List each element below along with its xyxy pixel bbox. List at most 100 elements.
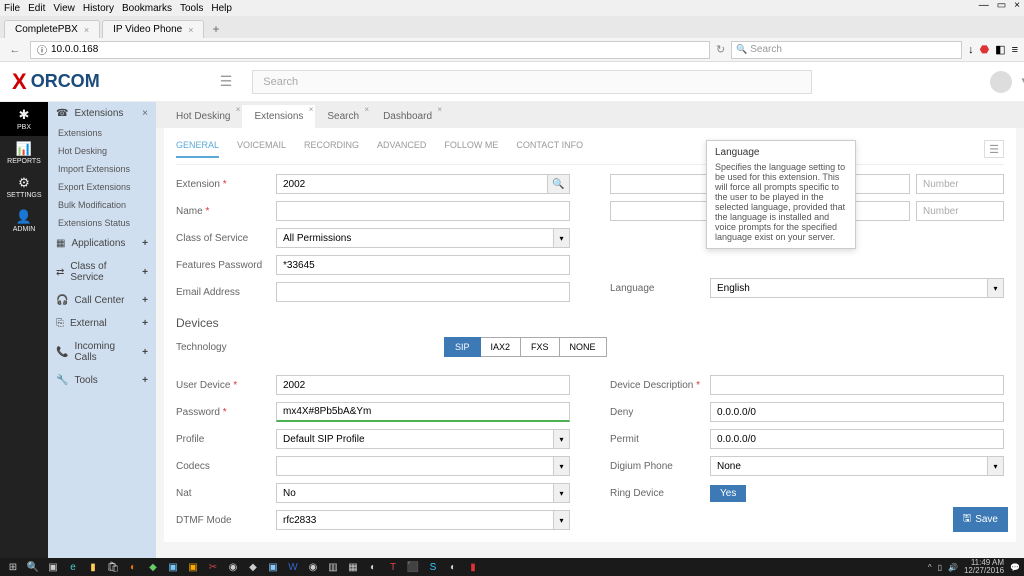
task-app3[interactable]: ▣ xyxy=(184,560,202,575)
sidebar-item-status[interactable]: Extensions Status xyxy=(48,214,156,232)
sidebar-group-external[interactable]: ⎘ External + xyxy=(48,312,156,335)
task-edge[interactable]: e xyxy=(64,560,82,575)
task-skype[interactable]: S xyxy=(424,560,442,575)
sidebar-header-extensions[interactable]: ☎ Extensions × xyxy=(48,102,156,124)
profile-select[interactable]: Default SIP Profile xyxy=(276,429,554,449)
sidebar-group-cos[interactable]: ⇄ Class of Service + xyxy=(48,255,156,289)
window-close-icon[interactable]: × xyxy=(1014,0,1020,11)
tab-search[interactable]: Search× xyxy=(315,105,371,128)
task-app11[interactable]: ⬛ xyxy=(404,560,422,575)
expand-icon[interactable]: + xyxy=(142,295,148,306)
sidebar-group-applications[interactable]: ▦ Applications + xyxy=(48,232,156,255)
task-app9[interactable]: ◐ xyxy=(364,560,382,575)
new-tab-button[interactable]: + xyxy=(206,20,225,38)
sidebar-group-callcenter[interactable]: 🎧 Call Center + xyxy=(48,289,156,312)
subtab-voicemail[interactable]: VOICEMAIL xyxy=(237,140,286,158)
chevron-down-icon[interactable]: ▾ xyxy=(554,510,570,530)
task-app1[interactable]: ◆ xyxy=(144,560,162,575)
rail-reports[interactable]: 📊 REPORTS xyxy=(0,136,48,170)
task-app5[interactable]: ◆ xyxy=(244,560,262,575)
window-maximize-icon[interactable]: ▭ xyxy=(997,0,1006,11)
back-button[interactable]: ← xyxy=(6,41,24,59)
tech-sip[interactable]: SIP xyxy=(444,337,481,357)
hamburger-icon[interactable]: ☰ xyxy=(220,73,233,90)
browser-search-input[interactable]: Search xyxy=(731,41,962,59)
menu-help[interactable]: Help xyxy=(211,3,232,14)
rail-settings[interactable]: ⚙ SETTINGS xyxy=(0,170,48,204)
tab-close-icon[interactable]: × xyxy=(84,25,89,35)
info-icon[interactable]: ⓘ xyxy=(37,42,47,57)
task-app6[interactable]: ▣ xyxy=(264,560,282,575)
sidebar-item-import[interactable]: Import Extensions xyxy=(48,160,156,178)
task-app10[interactable]: T xyxy=(384,560,402,575)
menu-view[interactable]: View xyxy=(53,3,75,14)
task-app8[interactable]: ▥ xyxy=(324,560,342,575)
chevron-down-icon[interactable]: ▾ xyxy=(554,429,570,449)
browser-tab-ipvideophone[interactable]: IP Video Phone × xyxy=(102,20,204,38)
url-input[interactable]: ⓘ 10.0.0.168 xyxy=(30,41,710,59)
task-word[interactable]: W xyxy=(284,560,302,575)
tab-hotdesking[interactable]: Hot Desking× xyxy=(164,105,242,128)
user-menu[interactable] xyxy=(990,71,1012,93)
nat-select[interactable]: No xyxy=(276,483,554,503)
menu-icon[interactable]: ≡ xyxy=(1012,44,1018,56)
menu-bookmarks[interactable]: Bookmarks xyxy=(122,3,172,14)
task-explorer[interactable]: ▮ xyxy=(84,560,102,575)
email-input[interactable] xyxy=(276,282,570,302)
dtmf-select[interactable]: rfc2833 xyxy=(276,510,554,530)
chevron-down-icon[interactable]: ▾ xyxy=(988,278,1004,298)
number2-input[interactable]: Number xyxy=(916,201,1004,221)
devdesc-input[interactable] xyxy=(710,375,1004,395)
chevron-down-icon[interactable]: ▾ xyxy=(554,228,570,248)
start-button[interactable]: ⊞ xyxy=(4,560,22,575)
sidebar-group-tools[interactable]: 🔧 Tools + xyxy=(48,369,156,392)
userdev-input[interactable]: 2002 xyxy=(276,375,570,395)
expand-icon[interactable]: + xyxy=(142,238,148,249)
chevron-down-icon[interactable]: ▾ xyxy=(988,456,1004,476)
tech-fxs[interactable]: FXS xyxy=(521,337,560,357)
extension-search-button[interactable]: 🔍 xyxy=(548,174,570,194)
tray-notifications-icon[interactable]: 💬 xyxy=(1010,563,1020,572)
chevron-down-icon[interactable]: ▾ xyxy=(554,483,570,503)
subtab-general[interactable]: GENERAL xyxy=(176,140,219,158)
expand-icon[interactable]: + xyxy=(142,347,148,358)
number1-input[interactable]: Number xyxy=(916,174,1004,194)
task-app4[interactable]: ✂ xyxy=(204,560,222,575)
digium-select[interactable]: None xyxy=(710,456,988,476)
rail-admin[interactable]: 👤 ADMIN xyxy=(0,204,48,238)
featpw-input[interactable]: *33645 xyxy=(276,255,570,275)
tab-dashboard[interactable]: Dashboard× xyxy=(371,105,444,128)
rail-pbx[interactable]: ✱ PBX xyxy=(0,102,48,136)
cos-select[interactable]: All Permissions xyxy=(276,228,554,248)
tab-extensions[interactable]: Extensions× xyxy=(242,105,315,128)
expand-icon[interactable]: + xyxy=(142,375,148,386)
menu-history[interactable]: History xyxy=(83,3,114,14)
list-view-icon[interactable]: ☰ xyxy=(984,140,1004,158)
bookmark-icon[interactable]: ◧ xyxy=(995,43,1005,56)
task-app7[interactable]: ◉ xyxy=(304,560,322,575)
expand-icon[interactable]: + xyxy=(142,267,148,278)
sidebar-item-hotdesking[interactable]: Hot Desking xyxy=(48,142,156,160)
menu-tools[interactable]: Tools xyxy=(180,3,203,14)
ring-yes-button[interactable]: Yes xyxy=(710,485,746,502)
menu-edit[interactable]: Edit xyxy=(28,3,45,14)
sidebar-group-incoming[interactable]: 📞 Incoming Calls + xyxy=(48,335,156,369)
refresh-button[interactable]: ↻ xyxy=(716,43,725,56)
task-app2[interactable]: ▣ xyxy=(164,560,182,575)
codecs-select[interactable] xyxy=(276,456,554,476)
sidebar-item-extensions[interactable]: Extensions xyxy=(48,124,156,142)
chevron-down-icon[interactable]: ▾ xyxy=(554,456,570,476)
menu-file[interactable]: File xyxy=(4,3,20,14)
browser-tab-completepbx[interactable]: CompletePBX × xyxy=(4,20,100,38)
task-app12[interactable]: ◐ xyxy=(444,560,462,575)
tray-network-icon[interactable]: ▯ xyxy=(938,563,942,572)
subtab-advanced[interactable]: ADVANCED xyxy=(377,140,426,158)
save-button[interactable]: 🖫 Save xyxy=(953,507,1008,532)
sidebar-collapse-icon[interactable]: × xyxy=(142,108,148,119)
task-pdf[interactable]: ▮ xyxy=(464,560,482,575)
adblock-icon[interactable]: ⬣ xyxy=(980,43,990,56)
tech-iax2[interactable]: IAX2 xyxy=(481,337,522,357)
language-select[interactable]: English xyxy=(710,278,988,298)
task-view[interactable]: ▣ xyxy=(44,560,62,575)
sidebar-item-export[interactable]: Export Extensions xyxy=(48,178,156,196)
